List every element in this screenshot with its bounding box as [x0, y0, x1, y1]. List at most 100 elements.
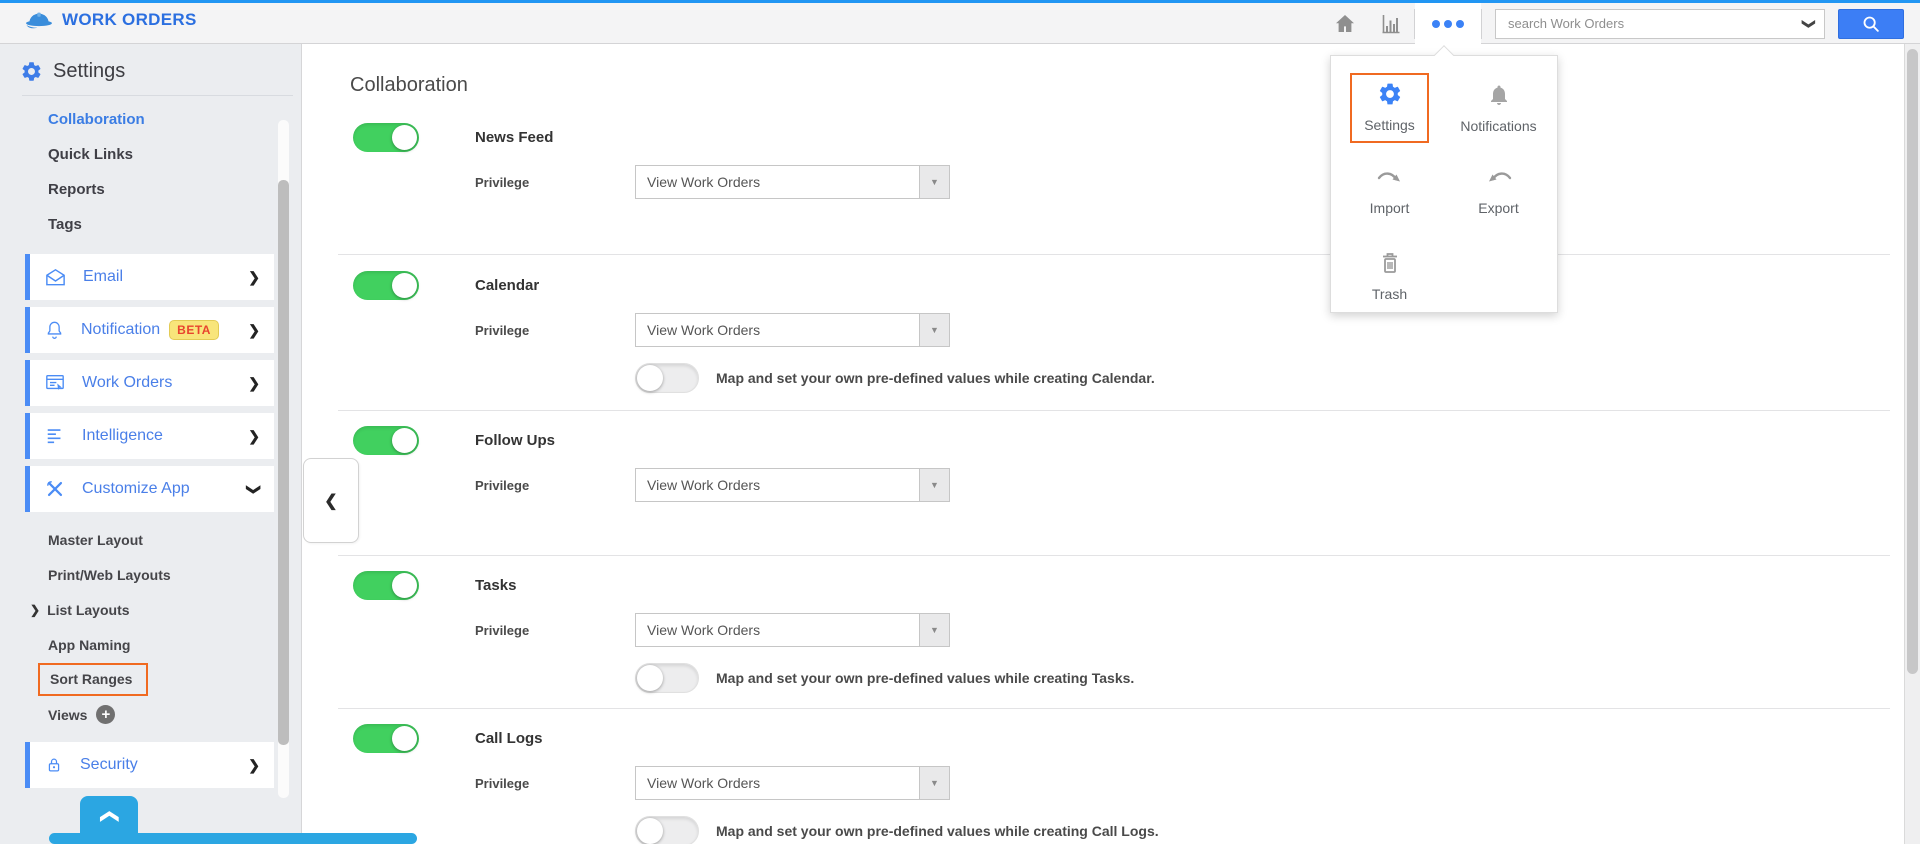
follow-ups-toggle[interactable] — [353, 426, 419, 455]
privilege-label: Privilege — [475, 478, 635, 493]
page-scrollbar[interactable] — [1904, 44, 1920, 844]
gear-icon — [20, 60, 43, 83]
calendar-privilege-select[interactable]: View Work Orders ▼ — [635, 313, 950, 347]
privilege-label: Privilege — [475, 175, 635, 190]
select-arrow-icon: ▼ — [919, 469, 949, 501]
settings-sidebar: Settings Collaboration Quick Links Repor… — [0, 44, 302, 844]
menu-item-trash[interactable]: Trash — [1335, 236, 1444, 316]
search-button[interactable] — [1838, 9, 1904, 39]
menu-item-label: Settings — [1364, 117, 1415, 133]
more-options-icon — [1444, 20, 1452, 28]
top-bar: WORK ORDERS ❯ — [0, 0, 1920, 44]
sidebar-item-label: Security — [80, 756, 138, 774]
chevron-left-icon: ❮ — [324, 491, 337, 511]
calendar-map-toggle[interactable] — [635, 363, 699, 393]
calendar-toggle[interactable] — [353, 271, 419, 300]
lock-icon — [44, 754, 64, 776]
more-options-icon — [1432, 20, 1440, 28]
trash-icon — [1378, 250, 1402, 276]
menu-item-notifications[interactable]: Notifications — [1444, 68, 1553, 148]
import-icon — [1375, 168, 1405, 190]
chevron-right-icon: ❯ — [30, 603, 40, 617]
sidebar-collapse-handle[interactable]: ❮ — [303, 458, 359, 543]
chevron-right-icon: ❯ — [248, 269, 260, 286]
sidebar-item-notification[interactable]: Notification BETA ❯ — [25, 307, 274, 353]
call-logs-map-toggle[interactable] — [635, 816, 699, 844]
privilege-value: View Work Orders — [636, 775, 919, 791]
call-logs-toggle[interactable] — [353, 724, 419, 753]
sidebar-link-collaboration[interactable]: Collaboration — [0, 102, 301, 137]
sidebar-item-intelligence[interactable]: Intelligence ❯ — [25, 413, 274, 459]
home-icon — [1333, 12, 1357, 36]
beta-badge: BETA — [169, 320, 219, 340]
app-brand[interactable]: WORK ORDERS — [24, 8, 197, 31]
customize-app-submenu: Master Layout Print/Web Layouts ❯ List L… — [0, 522, 301, 732]
map-values-text: Map and set your own pre-defined values … — [716, 670, 1134, 686]
home-button[interactable] — [1322, 3, 1368, 44]
chevron-right-icon: ❯ — [248, 375, 260, 392]
submenu-item-master-layout[interactable]: Master Layout — [0, 522, 301, 557]
submenu-item-views[interactable]: Views + — [0, 697, 301, 732]
sidebar-item-work-orders[interactable]: Work Orders ❯ — [25, 360, 274, 406]
submenu-item-sort-ranges[interactable]: Sort Ranges — [0, 662, 301, 697]
privilege-label: Privilege — [475, 776, 635, 791]
tasks-map-toggle[interactable] — [635, 663, 699, 693]
search-scope-dropdown-icon[interactable]: ❯ — [1801, 9, 1817, 39]
section-tasks: Tasks Privilege View Work Orders ▼ Map a… — [338, 555, 1890, 708]
submenu-item-label: List Layouts — [47, 602, 129, 618]
more-options-icon — [1456, 20, 1464, 28]
news-feed-privilege-select[interactable]: View Work Orders ▼ — [635, 165, 950, 199]
scroll-to-top-button[interactable]: ❯ — [80, 796, 138, 836]
reports-button[interactable] — [1368, 3, 1414, 44]
submenu-item-list-layouts[interactable]: ❯ List Layouts — [0, 592, 301, 627]
privilege-value: View Work Orders — [636, 322, 919, 338]
plus-icon[interactable]: + — [96, 705, 115, 724]
sidebar-item-label: Intelligence — [82, 427, 163, 445]
chevron-right-icon: ❯ — [248, 428, 260, 445]
menu-item-label: Import — [1370, 200, 1410, 216]
sidebar-link-quick-links[interactable]: Quick Links — [0, 137, 301, 172]
more-options-menu: Settings Notifications Import Export — [1330, 55, 1558, 313]
intelligence-icon — [44, 426, 66, 446]
chevron-right-icon: ❯ — [248, 757, 260, 774]
news-feed-toggle[interactable] — [353, 123, 419, 152]
menu-item-label: Notifications — [1460, 118, 1536, 134]
submenu-item-print-web-layouts[interactable]: Print/Web Layouts — [0, 557, 301, 592]
tasks-toggle[interactable] — [353, 571, 419, 600]
sidebar-scrollbar[interactable] — [278, 120, 289, 798]
customize-icon — [44, 478, 66, 500]
sidebar-item-email[interactable]: Email ❯ — [25, 254, 274, 300]
call-logs-privilege-select[interactable]: View Work Orders ▼ — [635, 766, 950, 800]
page-scrollbar-thumb[interactable] — [1907, 49, 1918, 674]
menu-item-label: Export — [1478, 200, 1518, 216]
menu-item-import[interactable]: Import — [1335, 152, 1444, 232]
sidebar-title: Settings — [53, 60, 125, 83]
tasks-privilege-select[interactable]: View Work Orders ▼ — [635, 613, 950, 647]
sidebar-item-label: Email — [83, 268, 123, 286]
privilege-label: Privilege — [475, 323, 635, 338]
sidebar-scrollbar-thumb[interactable] — [278, 180, 289, 745]
submenu-item-app-naming[interactable]: App Naming — [0, 627, 301, 662]
bottom-notification-bar — [49, 833, 417, 844]
sidebar-divider — [22, 95, 293, 96]
search-input[interactable] — [1496, 10, 1794, 38]
map-values-text: Map and set your own pre-defined values … — [716, 370, 1155, 386]
export-icon — [1484, 168, 1514, 190]
hard-hat-logo-icon — [24, 8, 54, 31]
menu-item-export[interactable]: Export — [1444, 152, 1553, 232]
sidebar-link-tags[interactable]: Tags — [0, 207, 301, 242]
bell-icon — [44, 319, 65, 341]
sidebar-item-customize-app[interactable]: Customize App ❯ — [25, 466, 274, 512]
follow-ups-privilege-select[interactable]: View Work Orders ▼ — [635, 468, 950, 502]
privilege-value: View Work Orders — [636, 174, 919, 190]
sidebar-link-reports[interactable]: Reports — [0, 172, 301, 207]
select-arrow-icon: ▼ — [919, 166, 949, 198]
menu-item-settings[interactable]: Settings — [1335, 68, 1444, 148]
sidebar-item-security[interactable]: Security ❯ — [25, 742, 274, 788]
envelope-icon — [44, 267, 67, 287]
section-label: Tasks — [475, 577, 516, 594]
search-icon — [1860, 13, 1882, 35]
more-options-button[interactable] — [1415, 3, 1481, 44]
privilege-label: Privilege — [475, 623, 635, 638]
page-title: Collaboration — [350, 74, 1904, 97]
